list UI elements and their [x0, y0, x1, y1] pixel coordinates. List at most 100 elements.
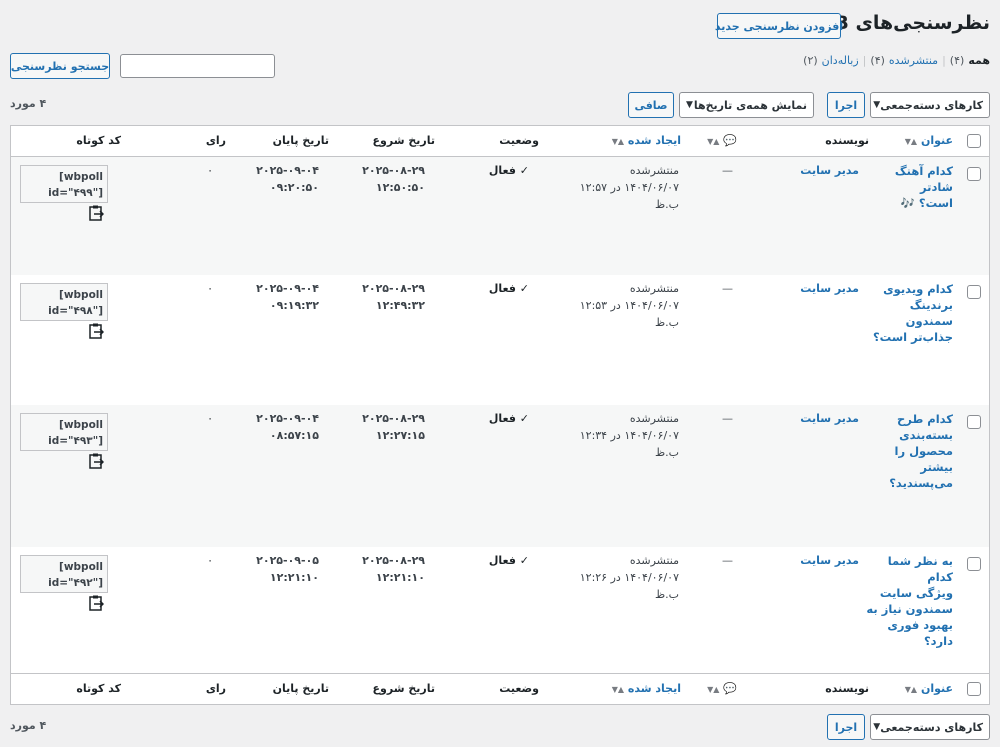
shortcode-line: [wbpoll	[59, 171, 103, 183]
author-link[interactable]: مدیر سایت	[800, 552, 859, 569]
author-link[interactable]: مدیر سایت	[800, 280, 859, 297]
column-title-label: عنوان	[920, 682, 953, 695]
column-status: وضعیت	[499, 682, 539, 695]
copy-clipboard-icon[interactable]	[88, 595, 104, 611]
start-time: ۱۲:۴۹:۳۲	[375, 299, 425, 312]
end-date-cell: ۲۰۲۵-۰۹-۰۴ ۰۹:۲۰:۵۰	[256, 162, 319, 196]
start-time: ۱۲:۲۱:۱۰	[375, 571, 425, 584]
chevron-down-icon: ▼	[873, 722, 881, 732]
poll-title-line: می‌پسندید؟	[889, 476, 953, 490]
status-badge: ✓ فعال	[489, 410, 529, 427]
poll-title-link[interactable]: به نظر شما کدام ویژگی سایت سمندون نیاز ب…	[861, 553, 953, 649]
copy-clipboard-icon[interactable]	[88, 205, 104, 221]
check-icon: ✓	[515, 164, 529, 177]
poll-title-line: ویژگی سایت	[879, 586, 953, 600]
end-date: ۲۰۲۵-۰۹-۰۴	[256, 164, 319, 177]
comment-bubble-icon: 💬	[723, 134, 737, 147]
sort-icon: ▲▼	[707, 137, 720, 146]
votes-count: ۰	[207, 282, 213, 295]
comments-count: —	[722, 282, 733, 295]
column-created[interactable]: ایجاد شده ▲▼	[612, 682, 681, 695]
dates-filter-select[interactable]: نمایش همه‌ی تاریخ‌ها ▼	[679, 92, 814, 118]
search-polls-button[interactable]: جستجو نظرسنجی	[10, 53, 110, 79]
date-value: ۱۴۰۴/۰۶/۰۷ در ۱۲:۵۷	[579, 181, 679, 194]
date-suffix: ب.ظ	[654, 588, 679, 601]
date-suffix: ب.ظ	[654, 446, 679, 459]
filter-all[interactable]: همه	[968, 54, 990, 67]
apply-bulk-button-bottom[interactable]: اجرا	[827, 714, 865, 740]
add-new-poll-button[interactable]: افزودن نظرسنجی جدید	[715, 13, 843, 39]
column-end-date: تاریخ پایان	[272, 682, 329, 695]
shortcode-field[interactable]: [wbpoll id="۴۹۳"]	[20, 413, 108, 451]
status-badge: ✓ فعال	[489, 162, 529, 179]
table-footer: عنوان ▲▼ نویسنده 💬 ▲▼ ایجاد شده ▲▼ وضعیت…	[11, 673, 989, 704]
shortcode-line: id="۴۹۳"]	[48, 435, 103, 447]
end-time: ۰۸:۵۷:۱۵	[269, 429, 319, 442]
row-checkbox[interactable]	[967, 415, 981, 429]
sort-icon: ▲▼	[611, 685, 625, 694]
shortcode-line: [wbpoll	[59, 289, 103, 301]
items-count-bottom: ۴ مورد	[10, 719, 47, 732]
filter-button[interactable]: صافی	[628, 92, 674, 118]
votes-count: ۰	[207, 164, 213, 177]
author-link[interactable]: مدیر سایت	[800, 410, 859, 427]
end-date-cell: ۲۰۲۵-۰۹-۰۴ ۰۹:۱۹:۳۲	[256, 280, 319, 314]
row-checkbox[interactable]	[967, 285, 981, 299]
column-comments[interactable]: 💬 ▲▼	[707, 134, 737, 147]
date-status: منتشرشده	[629, 412, 679, 425]
filter-separator: |	[942, 54, 946, 67]
column-votes: رای	[205, 682, 226, 695]
items-count: ۴ مورد	[10, 97, 47, 110]
end-date-cell: ۲۰۲۵-۰۹-۰۴ ۰۸:۵۷:۱۵	[256, 410, 319, 444]
status-badge: ✓ فعال	[489, 552, 529, 569]
start-date: ۲۰۲۵-۰۸-۲۹	[362, 412, 425, 425]
column-shortcode: کد کوتاه	[76, 682, 121, 695]
date-cell: منتشرشده ۱۴۰۴/۰۶/۰۷ در ۱۲:۵۷ ب.ظ	[569, 162, 679, 213]
row-checkbox[interactable]	[967, 557, 981, 571]
column-start-date: تاریخ شروع	[372, 682, 436, 695]
apply-bulk-button[interactable]: اجرا	[827, 92, 865, 118]
comment-bubble-icon: 💬	[723, 682, 737, 695]
author-link[interactable]: مدیر سایت	[800, 162, 859, 179]
shortcode-line: [wbpoll	[59, 419, 103, 431]
date-status: منتشرشده	[629, 282, 679, 295]
poll-title-link[interactable]: کدام ویدیوی برندینگ سمندون جذاب‌تر است؟	[865, 281, 953, 345]
filter-trash[interactable]: زباله‌دان	[822, 54, 859, 67]
end-date: ۲۰۲۵-۰۹-۰۴	[256, 282, 319, 295]
end-date: ۲۰۲۵-۰۹-۰۴	[256, 412, 319, 425]
search-input[interactable]	[120, 54, 275, 78]
bulk-actions-select-bottom[interactable]: کارهای دسته‌جمعی ▼	[870, 714, 990, 740]
column-comments[interactable]: 💬 ▲▼	[707, 682, 737, 695]
bulk-actions-select[interactable]: کارهای دسته‌جمعی ▼	[870, 92, 990, 118]
column-shortcode: کد کوتاه	[76, 134, 121, 147]
copy-clipboard-icon[interactable]	[88, 323, 104, 339]
shortcode-line: id="۴۹۸"]	[48, 305, 103, 317]
poll-title-link[interactable]: کدام آهنگ شادتر است؟ 🎶	[865, 163, 953, 211]
filter-published[interactable]: منتشرشده	[889, 54, 938, 67]
dates-filter-value: نمایش همه‌ی تاریخ‌ها	[693, 98, 807, 112]
filter-separator: |	[862, 54, 867, 67]
sort-icon: ▲▼	[611, 137, 625, 146]
status-text: فعال	[488, 412, 516, 425]
check-icon: ✓	[515, 554, 529, 567]
shortcode-field[interactable]: [wbpoll id="۴۹۹"]	[20, 165, 108, 203]
end-time: ۰۹:۱۹:۳۲	[269, 299, 319, 312]
date-cell: منتشرشده ۱۴۰۴/۰۶/۰۷ در ۱۲:۳۴ ب.ظ	[569, 410, 679, 461]
end-time: ۰۹:۲۰:۵۰	[269, 181, 319, 194]
copy-clipboard-icon[interactable]	[88, 453, 104, 469]
date-value: ۱۴۰۴/۰۶/۰۷ در ۱۲:۳۴	[579, 429, 679, 442]
start-date-cell: ۲۰۲۵-۰۸-۲۹ ۱۲:۲۷:۱۵	[362, 410, 425, 444]
shortcode-field[interactable]: [wbpoll id="۴۹۲"]	[20, 555, 108, 593]
column-status: وضعیت	[499, 134, 539, 147]
column-title[interactable]: عنوان ▲▼	[905, 682, 953, 695]
row-checkbox[interactable]	[967, 167, 981, 181]
select-all-checkbox[interactable]	[967, 682, 981, 696]
shortcode-field[interactable]: [wbpoll id="۴۹۸"]	[20, 283, 108, 321]
column-title[interactable]: عنوان ▲▼	[905, 134, 953, 147]
date-cell: منتشرشده ۱۴۰۴/۰۶/۰۷ در ۱۲:۵۳ ب.ظ	[569, 280, 679, 331]
poll-title-link[interactable]: کدام طرح بسته‌بندی محصول را بیشتر می‌پسن…	[865, 411, 953, 491]
poll-title-line: کدام آهنگ شادتر	[894, 164, 953, 194]
select-all-checkbox[interactable]	[967, 134, 981, 148]
column-created[interactable]: ایجاد شده ▲▼	[612, 134, 681, 147]
start-date-cell: ۲۰۲۵-۰۸-۲۹ ۱۲:۴۹:۳۲	[362, 280, 425, 314]
